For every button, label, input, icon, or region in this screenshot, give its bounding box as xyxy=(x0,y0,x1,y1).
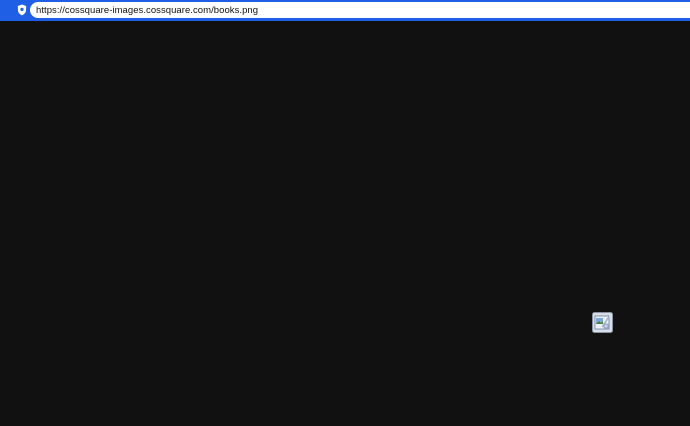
url-input[interactable]: https://cossquare-images.cossquare.com/b… xyxy=(30,2,690,18)
page-viewport xyxy=(0,21,690,426)
broken-image-icon xyxy=(592,312,613,333)
url-text: https://cossquare-images.cossquare.com/b… xyxy=(36,4,259,16)
shield-icon[interactable] xyxy=(15,3,29,17)
address-bar-container: https://cossquare-images.cossquare.com/b… xyxy=(0,0,690,21)
